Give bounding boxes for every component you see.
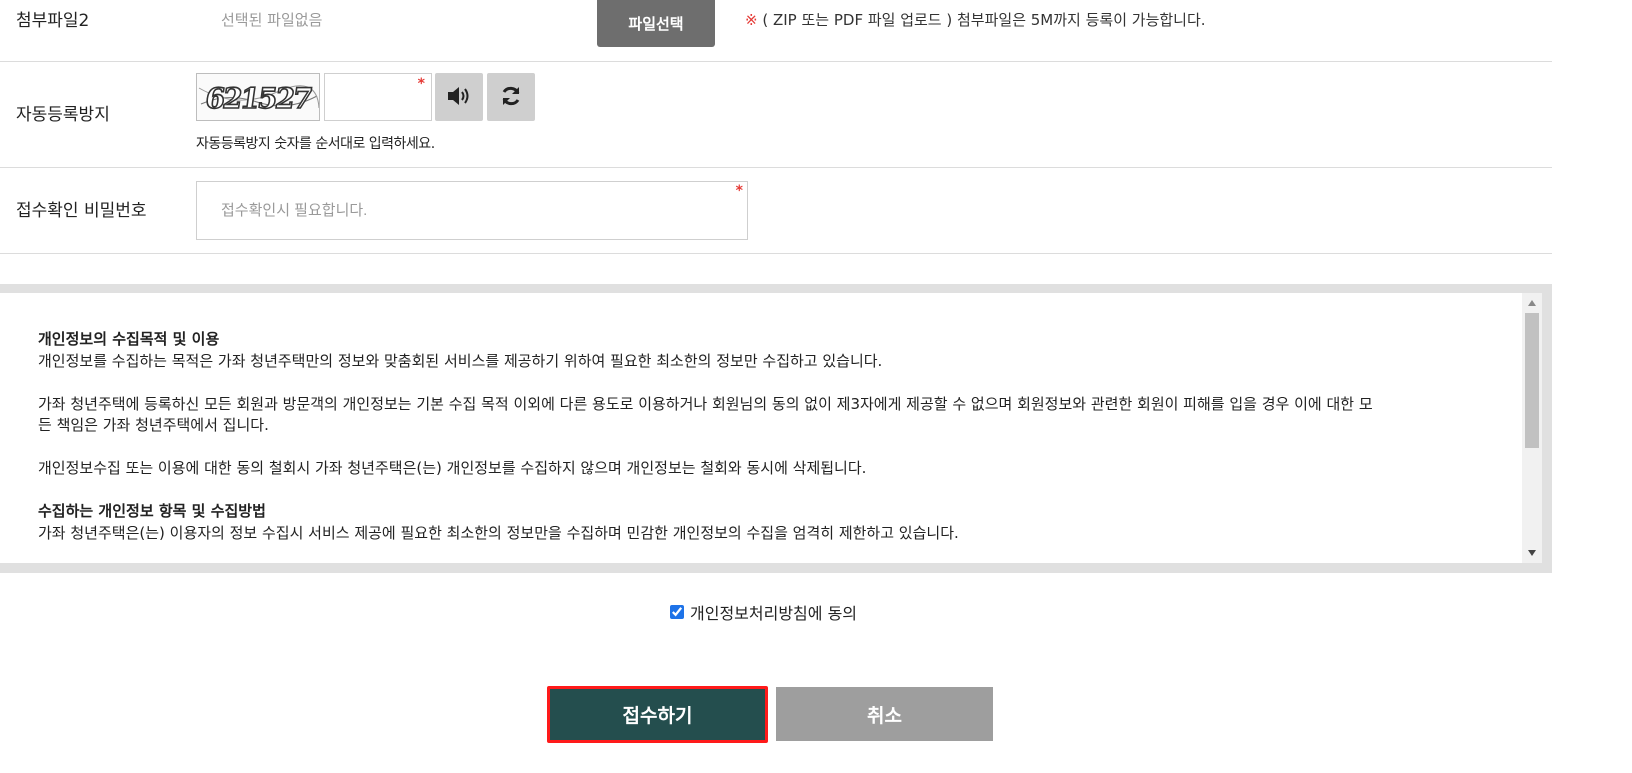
captcha-image: 621527 [196,73,320,121]
attachment-row: 첨부파일2 선택된 파일없음 파일선택 ※ ( ZIP 또는 PDF 파일 업로… [0,0,1552,62]
refresh-icon [499,84,523,111]
captcha-input-wrapper: * [324,73,432,121]
attachment-label: 첨부파일2 [16,11,90,31]
submit-button[interactable]: 접수하기 [550,689,765,740]
captcha-input[interactable] [325,74,431,120]
password-row: 접수확인 비밀번호 * [0,168,1552,254]
captcha-audio-button[interactable] [435,73,483,121]
scroll-up-arrow-icon[interactable] [1522,295,1542,311]
file-status-text: 선택된 파일없음 [221,11,323,29]
password-input[interactable] [197,182,747,239]
privacy-section-title: 수집하는 개인정보 항목 및 수집방법 [38,502,266,520]
speaker-icon [446,85,472,110]
required-mark: * [417,76,425,92]
note-mark: ※ [745,11,758,29]
svg-text:621527: 621527 [203,82,313,115]
attachment-note: ※ ( ZIP 또는 PDF 파일 업로드 ) 첨부파일은 5M까지 등록이 가… [745,9,1206,30]
note-text: ( ZIP 또는 PDF 파일 업로드 ) 첨부파일은 5M까지 등록이 가능합… [757,11,1206,29]
privacy-agree-label: 개인정보처리방침에 동의 [690,604,858,623]
captcha-row: 자동등록방지 621527 * 자동등록방지 숫자를 순서대로 입력하세요. [0,62,1552,168]
privacy-panel: 개인정보의 수집목적 및 이용 개인정보를 수집하는 목적은 가좌 청년주택만의… [0,284,1552,573]
privacy-scrollbar[interactable] [1522,293,1542,563]
captcha-refresh-button[interactable] [487,73,535,121]
privacy-agree[interactable]: 개인정보처리방침에 동의 [670,600,857,624]
privacy-paragraph: 가좌 청년주택은(는) 이용자의 정보 수집시 서비스 제공에 필요한 최소한의… [38,523,959,542]
file-select-button[interactable]: 파일선택 [597,0,715,47]
privacy-paragraph: 개인정보를 수집하는 목적은 가좌 청년주택만의 정보와 맞춤회된 서비스를 제… [38,351,883,370]
required-mark: * [735,183,743,199]
submit-button-highlight: 접수하기 [547,686,768,743]
privacy-paragraph: 든 책임은 가좌 청년주택에서 집니다. [38,416,269,434]
cancel-button[interactable]: 취소 [776,687,993,741]
privacy-paragraph: 가좌 청년주택에 등록하신 모든 회원과 방문객의 개인정보는 기본 수집 목적… [38,394,1373,413]
privacy-paragraph: 개인정보수집 또는 이용에 대한 동의 철회시 가좌 청년주택은(는) 개인정보… [38,459,867,477]
privacy-agree-checkbox[interactable] [670,605,684,619]
password-input-wrapper: * [196,181,748,240]
captcha-help-text: 자동등록방지 숫자를 순서대로 입력하세요. [196,136,435,152]
password-label: 접수확인 비밀번호 [16,201,147,221]
privacy-section-title: 개인정보의 수집목적 및 이용 [38,330,220,348]
captcha-graphic: 621527 [198,81,319,116]
privacy-text: 개인정보의 수집목적 및 이용 개인정보를 수집하는 목적은 가좌 청년주택만의… [38,329,1478,544]
scroll-down-arrow-icon[interactable] [1522,545,1542,561]
captcha-label: 자동등록방지 [16,105,110,125]
scrollbar-thumb[interactable] [1525,313,1539,448]
privacy-scroll-box[interactable]: 개인정보의 수집목적 및 이용 개인정보를 수집하는 목적은 가좌 청년주택만의… [0,293,1542,563]
